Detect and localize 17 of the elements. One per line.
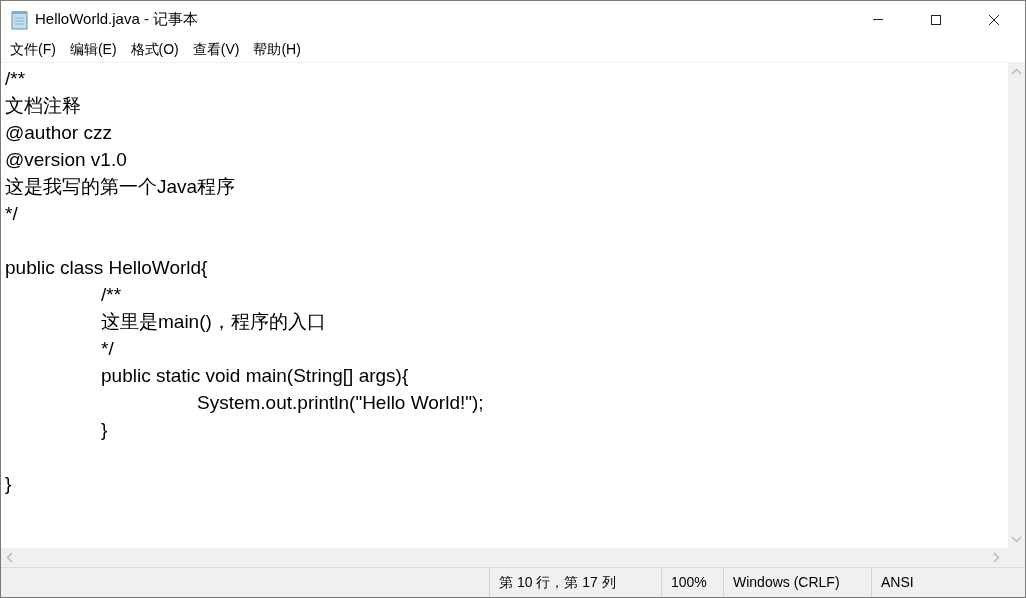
menu-item[interactable]: 格式(O) (123, 41, 186, 59)
maximize-icon (930, 13, 942, 26)
minimize-icon (873, 19, 883, 20)
menu-item[interactable]: 编辑(E) (62, 41, 124, 59)
vertical-scrollbar[interactable] (1008, 63, 1025, 548)
close-icon (988, 13, 1000, 26)
notepad-icon (11, 9, 29, 30)
editor-text[interactable]: /** 文档注释 @author czz @version v1.0 这是我写的第一个Java程序 */ public class HelloWorld{ /** 这里是main()，程序的入口 */ public static void main(String[] args){ System.out.println("Hello World!"); } } (5, 65, 484, 497)
status-text: Windows (CRLF) (723, 568, 871, 597)
status-text: 第 10 行，第 17 列 (489, 568, 661, 597)
status-text: 100% (661, 568, 723, 597)
menu-item[interactable]: 文件(F) (3, 41, 63, 59)
horizontal-scrollbar[interactable] (1, 548, 1025, 567)
menu-item[interactable]: 查看(V) (185, 41, 247, 59)
status-text: ANSI (871, 568, 991, 597)
window-title: HelloWorld.java - 记事本 (35, 10, 199, 29)
menu-item[interactable]: 帮助(H) (246, 41, 308, 59)
